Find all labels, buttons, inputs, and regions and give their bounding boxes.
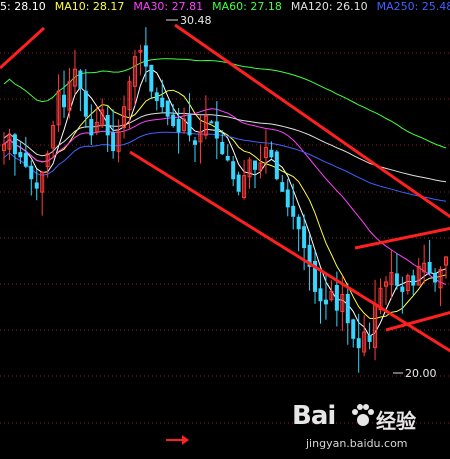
candle-body-75 bbox=[411, 275, 416, 286]
legend-ma250: MA250: 25.48 bbox=[376, 0, 450, 13]
legend-ma60: MA60: 27.18 bbox=[212, 0, 282, 13]
candle-body-32 bbox=[176, 118, 181, 133]
candle-body-26 bbox=[143, 45, 148, 67]
candle-body-79 bbox=[433, 273, 438, 283]
paw-icon bbox=[352, 404, 374, 426]
candle-body-29 bbox=[160, 97, 165, 108]
legend-ma120: MA120: 26.10 bbox=[290, 0, 368, 13]
candle-body-61 bbox=[334, 284, 339, 311]
candle-body-50 bbox=[274, 151, 279, 180]
watermark-brand-cn: 经验 bbox=[376, 409, 416, 433]
candle-body-4 bbox=[23, 152, 28, 167]
candle-body-27 bbox=[149, 64, 154, 92]
candle-body-40 bbox=[220, 141, 225, 155]
candle-body-3 bbox=[18, 152, 23, 158]
baidu-jingyan-watermark: Bai 经验 jingyan.baidu.com bbox=[292, 399, 442, 455]
candle-body-35 bbox=[192, 140, 197, 145]
kline-chart: 30.48 20.00 bbox=[0, 0, 450, 459]
indicator-legend: 5: 28.10 MA10: 28.17 MA30: 27.81 MA60: 27.1… bbox=[0, 0, 450, 16]
candle-body-49 bbox=[269, 149, 274, 158]
low-price-label: 20.00 bbox=[405, 367, 437, 380]
candle-body-38 bbox=[209, 121, 214, 124]
candle-body-43 bbox=[236, 174, 241, 192]
candle-body-5 bbox=[29, 165, 34, 180]
candle-body-31 bbox=[171, 114, 176, 127]
chart-background bbox=[0, 0, 450, 459]
candle-body-2 bbox=[12, 134, 17, 155]
candle-body-65 bbox=[356, 338, 361, 349]
candle-body-63 bbox=[345, 293, 350, 324]
watermark-url: jingyan.baidu.com bbox=[306, 437, 408, 450]
watermark-logo: Bai 经验 bbox=[292, 401, 442, 435]
candle-body-16 bbox=[89, 118, 94, 136]
candle-body-46 bbox=[253, 160, 258, 170]
candle-body-6 bbox=[34, 182, 39, 189]
candle-body-78 bbox=[427, 262, 432, 274]
candle-body-67 bbox=[367, 335, 372, 342]
candle-body-58 bbox=[318, 288, 323, 302]
candle-body-64 bbox=[351, 319, 356, 339]
candle-body-14 bbox=[78, 70, 83, 89]
candle-body-73 bbox=[400, 286, 405, 292]
candle-body-39 bbox=[214, 121, 219, 139]
legend-ma10: MA10: 28.17 bbox=[54, 0, 125, 13]
watermark-brand: Bai bbox=[292, 401, 336, 431]
candle-body-15 bbox=[83, 90, 88, 117]
candle-body-53 bbox=[291, 205, 296, 217]
candle-body-54 bbox=[296, 216, 301, 230]
legend-ma5: 5: 28.10 bbox=[0, 0, 46, 13]
legend-ma30: MA30: 27.81 bbox=[133, 0, 204, 13]
candle-body-55 bbox=[302, 226, 307, 249]
candle-body-34 bbox=[187, 115, 192, 136]
candle-body-59 bbox=[323, 299, 328, 305]
candle-body-19 bbox=[105, 115, 110, 136]
candle-body-11 bbox=[62, 94, 67, 108]
candle-body-41 bbox=[225, 155, 230, 161]
candle-body-42 bbox=[231, 161, 236, 180]
candle-body-51 bbox=[280, 182, 285, 192]
candle-body-52 bbox=[285, 189, 290, 208]
candle-body-30 bbox=[165, 100, 170, 117]
candle-body-20 bbox=[111, 132, 116, 152]
candle-body-28 bbox=[154, 92, 159, 101]
candle-body-72 bbox=[394, 273, 399, 286]
